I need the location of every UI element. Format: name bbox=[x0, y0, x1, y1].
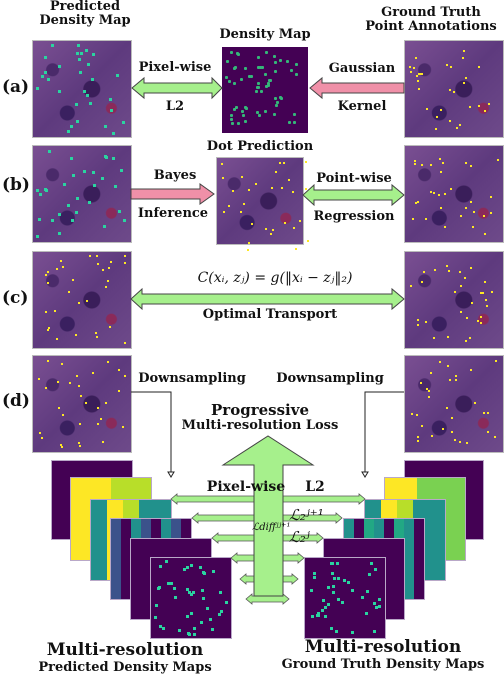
caption-predicted-line2: Predicted Density Maps bbox=[38, 660, 212, 675]
progressive-arrow-layer bbox=[221, 435, 315, 597]
caption-gt-line1: Multi-resolution bbox=[304, 637, 462, 657]
caption-ground-truth: Multi-resolution Ground Truth Density Ma… bbox=[262, 637, 504, 672]
loss-l2-j: ℒ₂ʲ bbox=[289, 528, 310, 546]
label-l2-multires: L2 bbox=[305, 479, 325, 495]
caption-predicted: Multi-resolution Predicted Density Maps bbox=[20, 640, 230, 675]
label-pixelwise-multires: Pixel-wise bbox=[206, 479, 286, 495]
caption-predicted-line1: Multi-resolution bbox=[46, 640, 204, 660]
loss-diff: ℒdiffʲʲ⁺¹ bbox=[252, 522, 291, 533]
caption-gt-line2: Ground Truth Density Maps bbox=[281, 657, 485, 672]
loss-l2-j-plus-1: ℒ₂ʲ⁺¹ bbox=[289, 506, 324, 524]
